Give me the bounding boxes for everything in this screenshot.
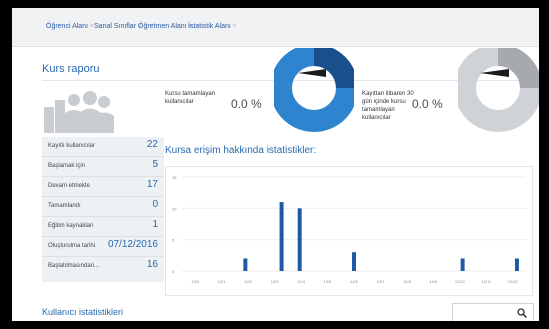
app-window: Öğrenci Alanı ˅ Sanal Sınıflar ˅ Öğretmen … bbox=[12, 8, 539, 321]
users-illustration bbox=[42, 82, 164, 137]
kpi-completed-value: 0.0 % bbox=[231, 97, 262, 111]
access-bar-chart: 15 10 5 0 12/0 12/1 12/2 12/3 12/4 12/5 12/6 12/7 12… bbox=[172, 175, 526, 284]
x-tick-label: 12/5 bbox=[324, 279, 333, 284]
y-tick-label: 15 bbox=[172, 175, 177, 180]
top-navbar: Öğrenci Alanı ˅ Sanal Sınıflar ˅ Öğretmen … bbox=[12, 8, 539, 47]
nav-item-teacher-area[interactable]: Öğretmen Alanı ˅ bbox=[138, 23, 192, 30]
x-tick-label: 12/0 bbox=[191, 279, 200, 284]
chart-bar bbox=[297, 208, 302, 271]
chart-bar bbox=[279, 202, 284, 271]
stat-label: Eğitim kaynakları bbox=[48, 223, 94, 229]
stat-row: Eğitim kaynakları 1 bbox=[42, 217, 164, 237]
stat-value: 07/12/2016 bbox=[107, 239, 158, 250]
stat-value: 17 bbox=[146, 179, 158, 190]
x-tick-label: 12/3 bbox=[271, 279, 280, 284]
kpi-label-line: tamamlayan bbox=[362, 107, 395, 113]
x-tick-label: 12/1 bbox=[218, 279, 227, 284]
x-tick-label: 12/2 bbox=[244, 279, 253, 284]
completion-donut-chart bbox=[274, 48, 354, 132]
x-tick-label: 12/9 bbox=[429, 279, 438, 284]
stat-label: Başlatılmasından... bbox=[48, 263, 100, 269]
stat-row: Oluşturulma tarihi 07/12/2016 bbox=[42, 237, 164, 257]
completion-30-days-donut-chart bbox=[458, 48, 539, 132]
kpi-label-line: gün içinde kursu bbox=[362, 99, 406, 105]
x-tick-label: 12/10 bbox=[455, 279, 466, 284]
magnifier-glyph bbox=[517, 308, 528, 319]
chart-bar bbox=[514, 258, 519, 271]
stat-value: 5 bbox=[152, 159, 158, 170]
stat-row: Başlamak için 5 bbox=[42, 157, 164, 177]
access-chart-container: 15 10 5 0 12/0 12/1 12/2 12/3 12/4 12/5 12/6 12/7 12… bbox=[165, 166, 533, 296]
y-tick-label: 0 bbox=[172, 269, 175, 274]
kpi-completed-label: Kursu tamamlayan kullanıcılar bbox=[165, 90, 215, 106]
user-statistics-title: Kullanıcı istatistikleri bbox=[42, 307, 124, 317]
x-tick-label: 12/6 bbox=[350, 279, 359, 284]
nav-item-virtual-classes[interactable]: Sanal Sınıflar ˅ bbox=[94, 23, 142, 30]
search-input[interactable] bbox=[452, 303, 534, 321]
chevron-down-icon: ˅ bbox=[232, 24, 237, 30]
stat-label: Tamamlandı bbox=[48, 203, 81, 209]
gauge-needle-icon bbox=[298, 69, 326, 77]
x-tick-label: 12/7 bbox=[377, 279, 386, 284]
nav-item-label: Öğretmen Alanı bbox=[138, 23, 187, 30]
stat-row: Kayıtlı kullanıcılar 22 bbox=[42, 137, 164, 157]
access-statistics-title: Kursa erişim hakkında istatistikler: bbox=[165, 145, 317, 156]
x-tick-label: 12/12 bbox=[508, 279, 519, 284]
kpi-label-line: Kursu tamamlayan bbox=[165, 91, 216, 97]
kpi-label-line: Kayıttan itibaren 30 bbox=[362, 91, 414, 97]
stat-value: 22 bbox=[146, 139, 158, 150]
stat-label: Başlamak için bbox=[48, 163, 86, 169]
stat-label: Kayıtlı kullanıcılar bbox=[48, 143, 96, 149]
nav-item-label: İstatistik Alanı bbox=[188, 23, 231, 30]
kpi-label-line: kullanıcılar bbox=[165, 99, 194, 105]
users-group-icon bbox=[44, 91, 114, 133]
stat-row: Devam etmekte 17 bbox=[42, 177, 164, 197]
x-tick-label: 12/11 bbox=[481, 279, 491, 284]
chart-bar bbox=[352, 252, 356, 271]
stat-row: Başlatılmasından... 16 bbox=[42, 257, 164, 277]
kpi-label-line: kullanıcılar bbox=[362, 115, 391, 121]
page-title: Kurs raporu bbox=[42, 63, 100, 75]
stat-value: 1 bbox=[152, 219, 158, 230]
search-icon[interactable] bbox=[517, 308, 528, 320]
nav-item-student-area[interactable]: Öğrenci Alanı ˅ bbox=[46, 23, 94, 30]
stat-value: 16 bbox=[146, 259, 158, 270]
x-tick-label: 12/8 bbox=[403, 279, 412, 284]
x-tick-label: 12/4 bbox=[297, 279, 306, 284]
stat-row: Tamamlandı 0 bbox=[42, 197, 164, 217]
chart-bar bbox=[243, 258, 248, 271]
chart-bar bbox=[460, 258, 465, 271]
y-tick-label: 10 bbox=[172, 206, 177, 211]
stat-value: 0 bbox=[152, 199, 158, 210]
nav-item-label: Sanal Sınıflar bbox=[94, 23, 137, 30]
stat-label: Devam etmekte bbox=[48, 183, 91, 189]
nav-item-statistics-area[interactable]: İstatistik Alanı ˅ bbox=[188, 23, 236, 30]
course-stats-panel: Kayıtlı kullanıcılar 22 Başlamak için 5 … bbox=[42, 137, 164, 282]
nav-item-label: Öğrenci Alanı bbox=[46, 23, 89, 30]
stat-label: Oluşturulma tarihi bbox=[48, 243, 96, 249]
y-tick-label: 5 bbox=[172, 238, 175, 243]
kpi-completed-30-days-value: 0.0 % bbox=[412, 97, 443, 111]
kpi-completed-30-days-label: Kayıttan itibaren 30 gün içinde kursu ta… bbox=[362, 90, 414, 122]
